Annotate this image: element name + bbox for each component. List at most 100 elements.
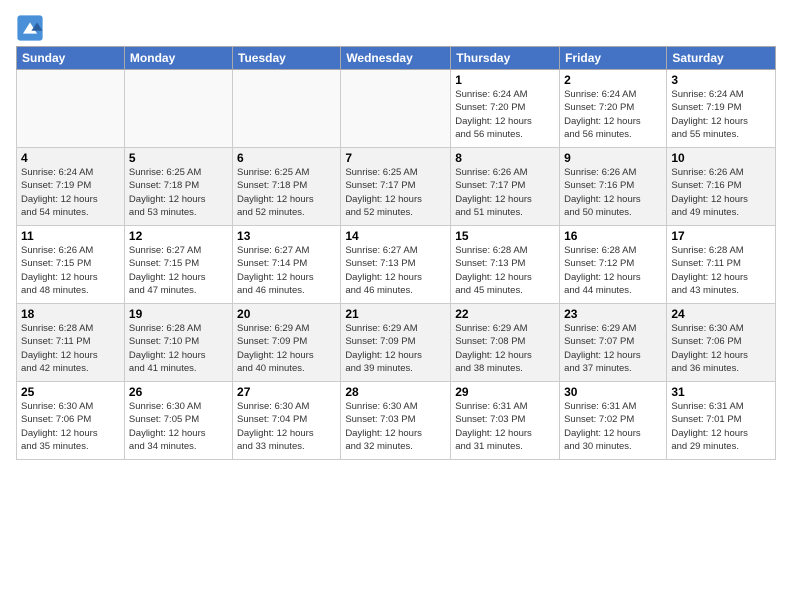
calendar-cell: 31Sunrise: 6:31 AM Sunset: 7:01 PM Dayli… bbox=[667, 382, 776, 460]
day-detail: Sunrise: 6:30 AM Sunset: 7:03 PM Dayligh… bbox=[345, 400, 446, 453]
calendar-cell: 23Sunrise: 6:29 AM Sunset: 7:07 PM Dayli… bbox=[560, 304, 667, 382]
day-detail: Sunrise: 6:24 AM Sunset: 7:19 PM Dayligh… bbox=[671, 88, 771, 141]
col-friday: Friday bbox=[560, 47, 667, 70]
col-sunday: Sunday bbox=[17, 47, 125, 70]
calendar-cell: 3Sunrise: 6:24 AM Sunset: 7:19 PM Daylig… bbox=[667, 70, 776, 148]
page: Sunday Monday Tuesday Wednesday Thursday… bbox=[0, 0, 792, 612]
day-detail: Sunrise: 6:31 AM Sunset: 7:02 PM Dayligh… bbox=[564, 400, 662, 453]
col-monday: Monday bbox=[124, 47, 232, 70]
calendar-cell: 18Sunrise: 6:28 AM Sunset: 7:11 PM Dayli… bbox=[17, 304, 125, 382]
calendar-week-1: 1Sunrise: 6:24 AM Sunset: 7:20 PM Daylig… bbox=[17, 70, 776, 148]
day-number: 2 bbox=[564, 73, 662, 87]
day-number: 8 bbox=[455, 151, 555, 165]
day-number: 31 bbox=[671, 385, 771, 399]
day-detail: Sunrise: 6:25 AM Sunset: 7:17 PM Dayligh… bbox=[345, 166, 446, 219]
day-number: 16 bbox=[564, 229, 662, 243]
day-number: 20 bbox=[237, 307, 336, 321]
day-number: 21 bbox=[345, 307, 446, 321]
calendar-week-4: 18Sunrise: 6:28 AM Sunset: 7:11 PM Dayli… bbox=[17, 304, 776, 382]
day-detail: Sunrise: 6:27 AM Sunset: 7:15 PM Dayligh… bbox=[129, 244, 228, 297]
calendar-cell: 5Sunrise: 6:25 AM Sunset: 7:18 PM Daylig… bbox=[124, 148, 232, 226]
col-wednesday: Wednesday bbox=[341, 47, 451, 70]
calendar-cell: 19Sunrise: 6:28 AM Sunset: 7:10 PM Dayli… bbox=[124, 304, 232, 382]
day-detail: Sunrise: 6:29 AM Sunset: 7:08 PM Dayligh… bbox=[455, 322, 555, 375]
calendar-week-2: 4Sunrise: 6:24 AM Sunset: 7:19 PM Daylig… bbox=[17, 148, 776, 226]
day-detail: Sunrise: 6:28 AM Sunset: 7:11 PM Dayligh… bbox=[671, 244, 771, 297]
calendar-cell: 4Sunrise: 6:24 AM Sunset: 7:19 PM Daylig… bbox=[17, 148, 125, 226]
day-detail: Sunrise: 6:25 AM Sunset: 7:18 PM Dayligh… bbox=[129, 166, 228, 219]
day-detail: Sunrise: 6:28 AM Sunset: 7:11 PM Dayligh… bbox=[21, 322, 120, 375]
calendar-cell bbox=[124, 70, 232, 148]
calendar-cell: 14Sunrise: 6:27 AM Sunset: 7:13 PM Dayli… bbox=[341, 226, 451, 304]
day-number: 24 bbox=[671, 307, 771, 321]
day-number: 29 bbox=[455, 385, 555, 399]
day-number: 6 bbox=[237, 151, 336, 165]
calendar-cell: 9Sunrise: 6:26 AM Sunset: 7:16 PM Daylig… bbox=[560, 148, 667, 226]
calendar-cell: 7Sunrise: 6:25 AM Sunset: 7:17 PM Daylig… bbox=[341, 148, 451, 226]
calendar-cell: 2Sunrise: 6:24 AM Sunset: 7:20 PM Daylig… bbox=[560, 70, 667, 148]
calendar-cell: 24Sunrise: 6:30 AM Sunset: 7:06 PM Dayli… bbox=[667, 304, 776, 382]
day-number: 15 bbox=[455, 229, 555, 243]
day-detail: Sunrise: 6:24 AM Sunset: 7:20 PM Dayligh… bbox=[455, 88, 555, 141]
day-detail: Sunrise: 6:30 AM Sunset: 7:05 PM Dayligh… bbox=[129, 400, 228, 453]
day-number: 3 bbox=[671, 73, 771, 87]
day-detail: Sunrise: 6:29 AM Sunset: 7:09 PM Dayligh… bbox=[345, 322, 446, 375]
logo bbox=[16, 14, 46, 42]
day-number: 14 bbox=[345, 229, 446, 243]
col-tuesday: Tuesday bbox=[233, 47, 341, 70]
day-number: 5 bbox=[129, 151, 228, 165]
day-detail: Sunrise: 6:30 AM Sunset: 7:06 PM Dayligh… bbox=[671, 322, 771, 375]
calendar-cell: 27Sunrise: 6:30 AM Sunset: 7:04 PM Dayli… bbox=[233, 382, 341, 460]
day-number: 1 bbox=[455, 73, 555, 87]
day-detail: Sunrise: 6:24 AM Sunset: 7:19 PM Dayligh… bbox=[21, 166, 120, 219]
calendar-cell: 29Sunrise: 6:31 AM Sunset: 7:03 PM Dayli… bbox=[451, 382, 560, 460]
calendar-cell: 16Sunrise: 6:28 AM Sunset: 7:12 PM Dayli… bbox=[560, 226, 667, 304]
day-detail: Sunrise: 6:28 AM Sunset: 7:13 PM Dayligh… bbox=[455, 244, 555, 297]
calendar-cell bbox=[341, 70, 451, 148]
calendar-cell: 26Sunrise: 6:30 AM Sunset: 7:05 PM Dayli… bbox=[124, 382, 232, 460]
day-detail: Sunrise: 6:24 AM Sunset: 7:20 PM Dayligh… bbox=[564, 88, 662, 141]
day-detail: Sunrise: 6:29 AM Sunset: 7:09 PM Dayligh… bbox=[237, 322, 336, 375]
header bbox=[16, 10, 776, 42]
calendar-cell: 12Sunrise: 6:27 AM Sunset: 7:15 PM Dayli… bbox=[124, 226, 232, 304]
day-number: 17 bbox=[671, 229, 771, 243]
day-detail: Sunrise: 6:26 AM Sunset: 7:16 PM Dayligh… bbox=[671, 166, 771, 219]
calendar-cell bbox=[233, 70, 341, 148]
day-number: 22 bbox=[455, 307, 555, 321]
calendar-cell: 13Sunrise: 6:27 AM Sunset: 7:14 PM Dayli… bbox=[233, 226, 341, 304]
calendar-cell: 11Sunrise: 6:26 AM Sunset: 7:15 PM Dayli… bbox=[17, 226, 125, 304]
day-detail: Sunrise: 6:30 AM Sunset: 7:06 PM Dayligh… bbox=[21, 400, 120, 453]
day-detail: Sunrise: 6:28 AM Sunset: 7:10 PM Dayligh… bbox=[129, 322, 228, 375]
day-detail: Sunrise: 6:27 AM Sunset: 7:13 PM Dayligh… bbox=[345, 244, 446, 297]
calendar-cell: 22Sunrise: 6:29 AM Sunset: 7:08 PM Dayli… bbox=[451, 304, 560, 382]
logo-icon bbox=[16, 14, 44, 42]
day-number: 19 bbox=[129, 307, 228, 321]
col-thursday: Thursday bbox=[451, 47, 560, 70]
calendar-cell bbox=[17, 70, 125, 148]
calendar-cell: 17Sunrise: 6:28 AM Sunset: 7:11 PM Dayli… bbox=[667, 226, 776, 304]
calendar-cell: 6Sunrise: 6:25 AM Sunset: 7:18 PM Daylig… bbox=[233, 148, 341, 226]
calendar-cell: 25Sunrise: 6:30 AM Sunset: 7:06 PM Dayli… bbox=[17, 382, 125, 460]
calendar-header-row: Sunday Monday Tuesday Wednesday Thursday… bbox=[17, 47, 776, 70]
calendar-week-3: 11Sunrise: 6:26 AM Sunset: 7:15 PM Dayli… bbox=[17, 226, 776, 304]
day-number: 10 bbox=[671, 151, 771, 165]
day-number: 11 bbox=[21, 229, 120, 243]
day-number: 12 bbox=[129, 229, 228, 243]
day-detail: Sunrise: 6:29 AM Sunset: 7:07 PM Dayligh… bbox=[564, 322, 662, 375]
day-detail: Sunrise: 6:25 AM Sunset: 7:18 PM Dayligh… bbox=[237, 166, 336, 219]
day-detail: Sunrise: 6:26 AM Sunset: 7:15 PM Dayligh… bbox=[21, 244, 120, 297]
calendar-cell: 28Sunrise: 6:30 AM Sunset: 7:03 PM Dayli… bbox=[341, 382, 451, 460]
calendar-cell: 10Sunrise: 6:26 AM Sunset: 7:16 PM Dayli… bbox=[667, 148, 776, 226]
day-number: 26 bbox=[129, 385, 228, 399]
day-number: 27 bbox=[237, 385, 336, 399]
day-number: 13 bbox=[237, 229, 336, 243]
calendar-cell: 21Sunrise: 6:29 AM Sunset: 7:09 PM Dayli… bbox=[341, 304, 451, 382]
day-number: 9 bbox=[564, 151, 662, 165]
day-detail: Sunrise: 6:26 AM Sunset: 7:16 PM Dayligh… bbox=[564, 166, 662, 219]
day-detail: Sunrise: 6:31 AM Sunset: 7:01 PM Dayligh… bbox=[671, 400, 771, 453]
calendar-cell: 30Sunrise: 6:31 AM Sunset: 7:02 PM Dayli… bbox=[560, 382, 667, 460]
calendar-cell: 15Sunrise: 6:28 AM Sunset: 7:13 PM Dayli… bbox=[451, 226, 560, 304]
calendar-week-5: 25Sunrise: 6:30 AM Sunset: 7:06 PM Dayli… bbox=[17, 382, 776, 460]
calendar-cell: 8Sunrise: 6:26 AM Sunset: 7:17 PM Daylig… bbox=[451, 148, 560, 226]
calendar-cell: 1Sunrise: 6:24 AM Sunset: 7:20 PM Daylig… bbox=[451, 70, 560, 148]
